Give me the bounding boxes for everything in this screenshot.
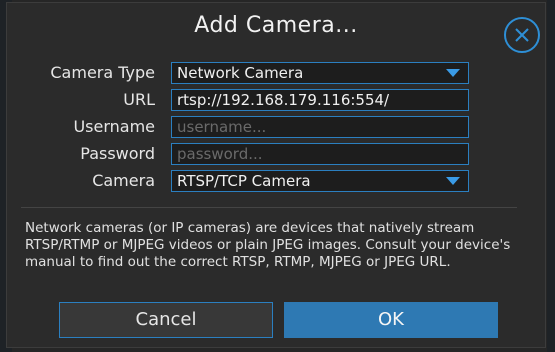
camera-label: Camera	[92, 171, 155, 190]
url-label: URL	[123, 90, 155, 109]
url-input[interactable]	[171, 89, 469, 111]
background-right	[547, 0, 555, 352]
url-row: URL	[7, 89, 545, 111]
dialog-title: Add Camera...	[194, 13, 358, 38]
ok-button[interactable]: OK	[284, 302, 498, 338]
chevron-down-icon	[446, 177, 460, 185]
close-button[interactable]	[504, 17, 540, 53]
cancel-button[interactable]: Cancel	[59, 302, 273, 338]
password-input[interactable]	[171, 143, 469, 165]
close-icon	[515, 28, 529, 42]
camera-type-row: Camera Type Network Camera	[7, 62, 545, 84]
camera-type-label: Camera Type	[50, 63, 155, 82]
chevron-down-icon	[446, 69, 460, 77]
camera-value: RTSP/TCP Camera	[177, 172, 311, 190]
password-label: Password	[80, 144, 155, 163]
divider	[21, 207, 517, 208]
username-input[interactable]	[171, 116, 469, 138]
camera-select[interactable]: RTSP/TCP Camera	[171, 170, 469, 192]
camera-type-value: Network Camera	[177, 64, 304, 82]
add-camera-dialog: Add Camera... Camera Type Network Camera…	[6, 2, 546, 348]
camera-type-select[interactable]: Network Camera	[171, 62, 469, 84]
description-text: Network cameras (or IP cameras) are devi…	[25, 220, 511, 270]
username-row: Username	[7, 116, 545, 138]
username-label: Username	[73, 117, 155, 136]
camera-row: Camera RTSP/TCP Camera	[7, 170, 545, 192]
password-row: Password	[7, 143, 545, 165]
